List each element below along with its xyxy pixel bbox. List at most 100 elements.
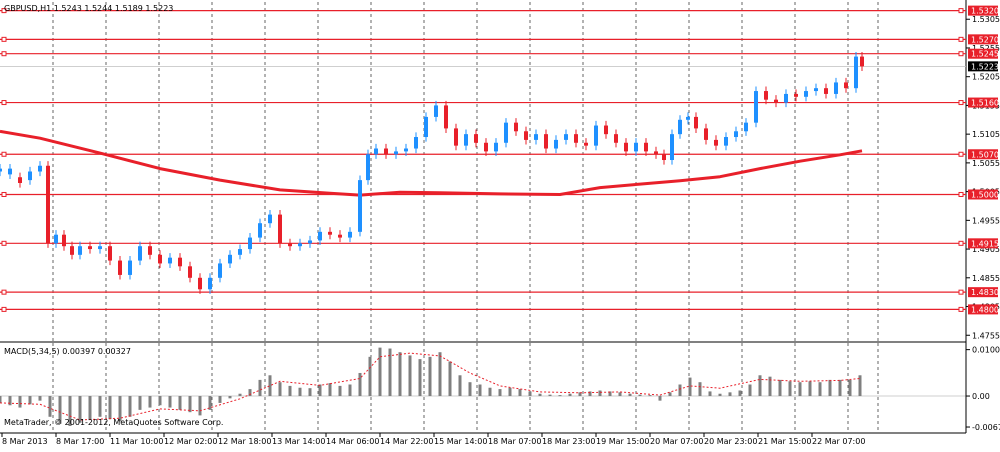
candle-body (366, 154, 370, 181)
candle-body (278, 214, 282, 244)
candle-body (374, 148, 378, 155)
price-tick-label: 1.4755 (972, 331, 1000, 340)
watermark: MetaTrader, © 2001-2012, MetaQuotes Soft… (4, 418, 223, 427)
candle-body (208, 277, 212, 290)
macd-bar (658, 396, 662, 401)
candle-body (108, 246, 112, 261)
trading-chart: 1.53051.52551.52051.51551.51051.50551.50… (0, 0, 1000, 448)
macd-bar (8, 396, 12, 406)
candle-body (18, 177, 22, 183)
candle-body (464, 134, 468, 146)
candle-body (358, 180, 362, 232)
candle-body (88, 246, 92, 250)
macd-bar (108, 396, 112, 420)
time-tick-label: 12 Mar 02:00 (164, 437, 217, 446)
candle-body (38, 165, 42, 172)
candle-body (198, 277, 202, 290)
candle-body (804, 91, 808, 97)
macd-bar (38, 396, 42, 401)
price-tick-label: 1.4855 (972, 274, 1000, 283)
candle-body (298, 243, 302, 247)
macd-bar (718, 393, 722, 397)
candle-body (188, 266, 192, 278)
macd-bar (338, 385, 342, 397)
candle-body (288, 243, 292, 247)
macd-bar (748, 384, 752, 397)
macd-bar (198, 396, 202, 416)
macd-bar (518, 389, 522, 397)
macd-bar (528, 391, 532, 397)
time-tick-label: 18 Mar 23:00 (542, 437, 595, 446)
macd-bar (508, 387, 512, 397)
candle-body (714, 139, 718, 146)
macd-bar (218, 396, 222, 403)
candle-body (584, 142, 588, 146)
bid-label: 1.5223 (971, 62, 999, 71)
candle-body (138, 246, 142, 261)
macd-bar (818, 382, 822, 397)
macd-bar (648, 395, 652, 397)
candle-body (860, 56, 864, 67)
candle-body (564, 134, 568, 140)
macd-bar (548, 394, 552, 397)
macd-tick-label: -0.00672 (972, 423, 1000, 432)
macd-bar (188, 396, 192, 413)
price-tick-label: 1.5105 (972, 130, 1000, 139)
price-tick-label: 1.5305 (972, 15, 1000, 24)
candle-body (814, 88, 818, 92)
level-handle-left (1, 306, 7, 312)
candle-body (764, 91, 768, 100)
time-tick-label: 18 Mar 07:00 (488, 437, 541, 446)
macd-bar (148, 396, 152, 408)
time-tick-label: 12 Mar 18:00 (218, 437, 271, 446)
macd-bar (88, 396, 92, 420)
macd-bar (48, 396, 52, 417)
macd-bar (238, 393, 242, 397)
candle-body (794, 93, 798, 97)
candle-body (444, 105, 448, 129)
level-label: 1.4800 (971, 305, 999, 314)
candle-body (8, 168, 12, 175)
macd-bar (138, 396, 142, 410)
chart-svg: 1.53051.52551.52051.51551.51051.50551.50… (0, 0, 1000, 448)
candle-body (534, 134, 538, 140)
level-handle-left (1, 51, 7, 57)
macd-bar (488, 387, 492, 397)
candle-body (784, 93, 788, 103)
time-tick-label: 14 Mar 22:00 (380, 437, 433, 446)
candle-body (474, 134, 478, 143)
candle-body (686, 116, 690, 120)
level-handle-right (958, 240, 964, 246)
level-handle-left (1, 289, 7, 295)
symbol-header: GBPUSD,H1 1.5243 1.5244 1.5189 1.5223 (4, 4, 173, 13)
candle-body (62, 234, 66, 247)
level-handle-right (958, 100, 964, 106)
macd-bar (408, 355, 412, 397)
macd-tick-label: 0.01006 (972, 346, 1000, 355)
macd-bar (798, 382, 802, 397)
macd-bar (688, 377, 692, 397)
level-handle-right (958, 289, 964, 295)
macd-bar (438, 352, 442, 397)
macd-bar (828, 379, 832, 397)
level-handle-left (1, 151, 7, 157)
time-tick-label: 15 Mar 14:00 (434, 437, 487, 446)
candle-body (404, 148, 408, 152)
candle-body (670, 134, 674, 161)
macd-bar (468, 382, 472, 397)
macd-bar (788, 381, 792, 397)
macd-bar (168, 396, 172, 408)
macd-bar (288, 385, 292, 397)
candle-body (744, 122, 748, 132)
macd-bar (228, 396, 232, 399)
candle-body (168, 257, 172, 264)
macd-bar (28, 396, 32, 405)
candle-body (484, 142, 488, 152)
candle-body (28, 171, 32, 181)
macd-bar (418, 359, 422, 397)
candle-body (524, 131, 528, 140)
macd-bar (628, 393, 632, 397)
time-tick-label: 21 Mar 15:00 (758, 437, 811, 446)
macd-bar (778, 379, 782, 397)
candle-body (54, 234, 58, 244)
